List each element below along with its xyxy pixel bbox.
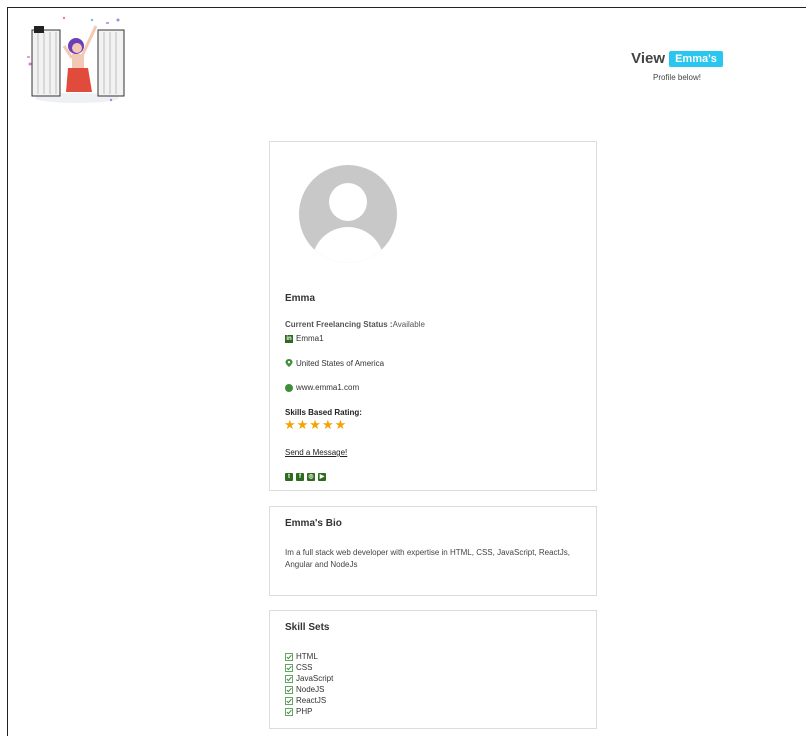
checkbox-icon [285, 707, 293, 716]
checkbox-icon [285, 696, 293, 705]
twitter-icon[interactable]: t [285, 473, 293, 481]
view-label: View [631, 50, 666, 67]
location-text: United States of America [296, 359, 385, 368]
status-value: Available [392, 320, 425, 329]
linkedin-row[interactable]: in Emma1 [285, 334, 324, 343]
send-message-link[interactable]: Send a Message! [285, 448, 347, 457]
page-subtitle: Profile below! [652, 73, 702, 82]
globe-icon [285, 383, 293, 392]
bio-card: Emma's Bio Im a full stack web developer… [269, 506, 597, 596]
skill-label: NodeJS [296, 685, 325, 694]
website-link[interactable]: www.emma1.com [296, 383, 359, 392]
instagram-icon[interactable]: ◎ [307, 473, 315, 481]
location-pin-icon [285, 359, 293, 367]
location-row: United States of America [285, 359, 384, 368]
skill-item: PHP [285, 706, 333, 717]
checkbox-icon [285, 674, 293, 683]
bio-text: Im a full stack web developer with exper… [285, 548, 570, 569]
social-links: t f ◎ ▶ [285, 473, 326, 481]
skill-label: CSS [296, 663, 313, 672]
skills-title: Skill Sets [285, 622, 330, 633]
skill-item: HTML [285, 651, 333, 662]
facebook-icon[interactable]: f [296, 473, 304, 481]
status-label: Current Freelancing Status : [285, 320, 393, 329]
celebration-illustration [27, 16, 125, 103]
skill-label: ReactJS [296, 696, 327, 705]
skill-label: JavaScript [296, 674, 334, 683]
rating-label: Skills Based Rating: [285, 408, 362, 417]
skills-card: Skill Sets HTML CSS JavaScript NodeJS Re… [269, 610, 597, 729]
star-rating: ★★★★★ [284, 417, 348, 432]
youtube-icon[interactable]: ▶ [318, 473, 326, 481]
checkbox-icon [285, 663, 293, 672]
profile-card: Emma Current Freelancing Status :Availab… [269, 141, 597, 491]
freelancing-status: Current Freelancing Status :Available [285, 320, 425, 329]
avatar [299, 165, 397, 263]
page-heading: View Emma's Profile below! [610, 50, 744, 82]
name-badge: Emma's [669, 50, 723, 67]
checkbox-icon [285, 685, 293, 694]
skill-label: HTML [296, 652, 318, 661]
bio-title: Emma's Bio [285, 518, 342, 529]
skill-label: PHP [296, 707, 313, 716]
skill-item: ReactJS [285, 695, 333, 706]
profile-name: Emma [285, 293, 316, 304]
website-row[interactable]: www.emma1.com [285, 383, 359, 392]
skill-item: JavaScript [285, 673, 333, 684]
checkbox-icon [285, 652, 293, 661]
skill-item: CSS [285, 662, 333, 673]
skill-item: NodeJS [285, 684, 333, 695]
linkedin-icon: in [285, 334, 293, 343]
skills-list: HTML CSS JavaScript NodeJS ReactJS PHP [285, 651, 333, 717]
linkedin-handle: Emma1 [296, 334, 324, 343]
